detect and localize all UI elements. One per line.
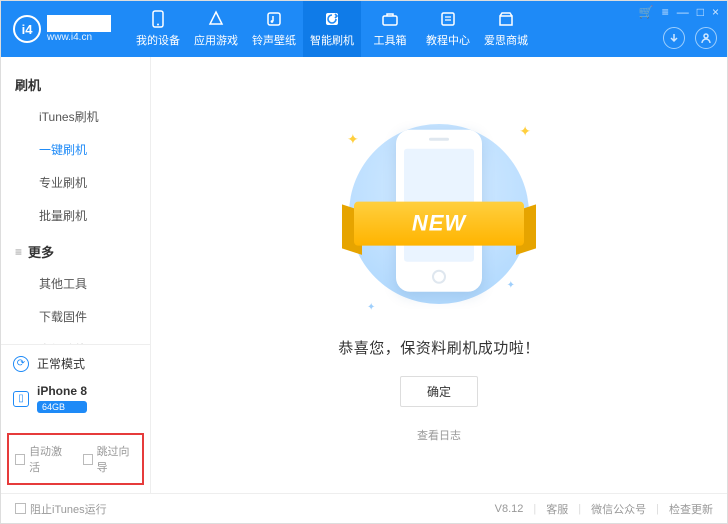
sidebar-footer: ⟳ 正常模式 ▯ iPhone 8 64GB [1, 344, 150, 423]
view-log-link[interactable]: 查看日志 [417, 427, 461, 443]
refresh-icon: ⟳ [13, 356, 29, 372]
device-name: iPhone 8 [37, 384, 87, 398]
sidebar: ▭ 刷机 iTunes刷机 一键刷机 专业刷机 批量刷机 ≡ 更多 其他工具 下… [1, 57, 151, 493]
separator: | [578, 503, 581, 515]
support-link[interactable]: 客服 [546, 501, 568, 517]
checkbox-icon [15, 503, 26, 514]
nav-my-device[interactable]: 我的设备 [129, 1, 187, 57]
download-button[interactable] [663, 27, 685, 49]
section-title: 刷机 [15, 75, 41, 94]
success-message: 恭喜您，保资料刷机成功啦！ [338, 337, 540, 358]
block-itunes-checkbox[interactable]: 阻止iTunes运行 [15, 501, 107, 517]
maximize-button[interactable]: □ [697, 5, 704, 19]
nav-tutorials[interactable]: 教程中心 [419, 1, 477, 57]
nav-label: 教程中心 [426, 32, 470, 48]
nav-apps[interactable]: 应用游戏 [187, 1, 245, 57]
flash-icon [323, 10, 341, 28]
more-icon: ≡ [15, 245, 22, 259]
nav-label: 我的设备 [136, 32, 180, 48]
ok-button[interactable]: 确定 [400, 376, 478, 407]
checkbox-label: 自动激活 [29, 443, 68, 475]
separator: | [656, 503, 659, 515]
wechat-link[interactable]: 微信公众号 [591, 501, 646, 517]
sidebar-item-batch-flash[interactable]: 批量刷机 [1, 199, 150, 232]
checkbox-icon [15, 454, 25, 465]
device-capacity: 64GB [37, 401, 87, 413]
title-bar: i4 爱思助手 www.i4.cn 我的设备 应用游戏 铃声壁纸 智能刷机 [1, 1, 727, 57]
phone-icon [149, 10, 167, 28]
success-illustration: ✦ ✦ ✦ ✦ NEW [339, 109, 539, 319]
nav-ringtones[interactable]: 铃声壁纸 [245, 1, 303, 57]
checkbox-label: 跳过向导 [97, 443, 136, 475]
apps-icon [207, 10, 225, 28]
sidebar-item-oneclick-flash[interactable]: 一键刷机 [1, 133, 150, 166]
sidebar-item-itunes-flash[interactable]: iTunes刷机 [1, 100, 150, 133]
nav-label: 应用游戏 [194, 32, 238, 48]
music-icon [265, 10, 283, 28]
nav-label: 铃声壁纸 [252, 32, 296, 48]
sparkle-icon: ✦ [519, 123, 531, 140]
store-icon [497, 10, 515, 28]
version-label: V8.12 [495, 503, 524, 515]
main-panel: ✦ ✦ ✦ ✦ NEW 恭喜您，保资料刷机成功啦！ 确定 查看日志 [151, 57, 727, 493]
checkbox-label: 阻止iTunes运行 [30, 501, 107, 517]
status-bar: 阻止iTunes运行 V8.12 | 客服 | 微信公众号 | 检查更新 [1, 493, 727, 523]
title-actions [663, 27, 717, 49]
nav-label: 爱思商城 [484, 32, 528, 48]
cart-icon[interactable]: 🛒 [639, 5, 654, 19]
app-domain: www.i4.cn [47, 32, 111, 44]
sparkle-icon: ✦ [367, 302, 375, 313]
check-update-link[interactable]: 检查更新 [669, 501, 713, 517]
nav-label: 工具箱 [374, 32, 407, 48]
sidebar-item-advanced[interactable]: 高级功能 [1, 333, 150, 344]
close-button[interactable]: × [712, 5, 719, 19]
sidebar-section-flash: ▭ 刷机 [1, 65, 150, 100]
minimize-button[interactable]: — [677, 5, 689, 19]
top-nav: 我的设备 应用游戏 铃声壁纸 智能刷机 工具箱 教程中心 [129, 1, 535, 57]
toolbox-icon [381, 10, 399, 28]
sidebar-item-download-firmware[interactable]: 下载固件 [1, 300, 150, 333]
sidebar-item-pro-flash[interactable]: 专业刷机 [1, 166, 150, 199]
logo-badge: i4 [13, 15, 41, 43]
nav-flash[interactable]: 智能刷机 [303, 1, 361, 57]
user-button[interactable] [695, 27, 717, 49]
device-info[interactable]: ▯ iPhone 8 64GB [9, 384, 142, 413]
separator: | [533, 503, 536, 515]
sparkle-icon: ✦ [507, 280, 515, 291]
checkbox-icon [83, 454, 93, 465]
device-icon: ▯ [13, 391, 29, 407]
mode-label: 正常模式 [37, 355, 85, 372]
nav-store[interactable]: 爱思商城 [477, 1, 535, 57]
device-mode[interactable]: ⟳ 正常模式 [9, 355, 142, 372]
book-icon [439, 10, 457, 28]
skip-guide-checkbox[interactable]: 跳过向导 [83, 443, 137, 475]
app-name: 爱思助手 [47, 15, 111, 32]
section-title: 更多 [28, 242, 54, 261]
nav-label: 智能刷机 [310, 32, 354, 48]
app-logo: i4 爱思助手 www.i4.cn [1, 15, 123, 44]
sidebar-section-more: ≡ 更多 [1, 232, 150, 267]
window-controls: 🛒 ≡ — □ × [639, 5, 719, 19]
new-ribbon: NEW [354, 202, 524, 246]
nav-toolbox[interactable]: 工具箱 [361, 1, 419, 57]
flash-options-highlight: 自动激活 跳过向导 [7, 433, 144, 485]
sidebar-item-other-tools[interactable]: 其他工具 [1, 267, 150, 300]
sparkle-icon: ✦ [347, 131, 359, 148]
menu-icon[interactable]: ≡ [662, 5, 669, 19]
auto-activate-checkbox[interactable]: 自动激活 [15, 443, 69, 475]
